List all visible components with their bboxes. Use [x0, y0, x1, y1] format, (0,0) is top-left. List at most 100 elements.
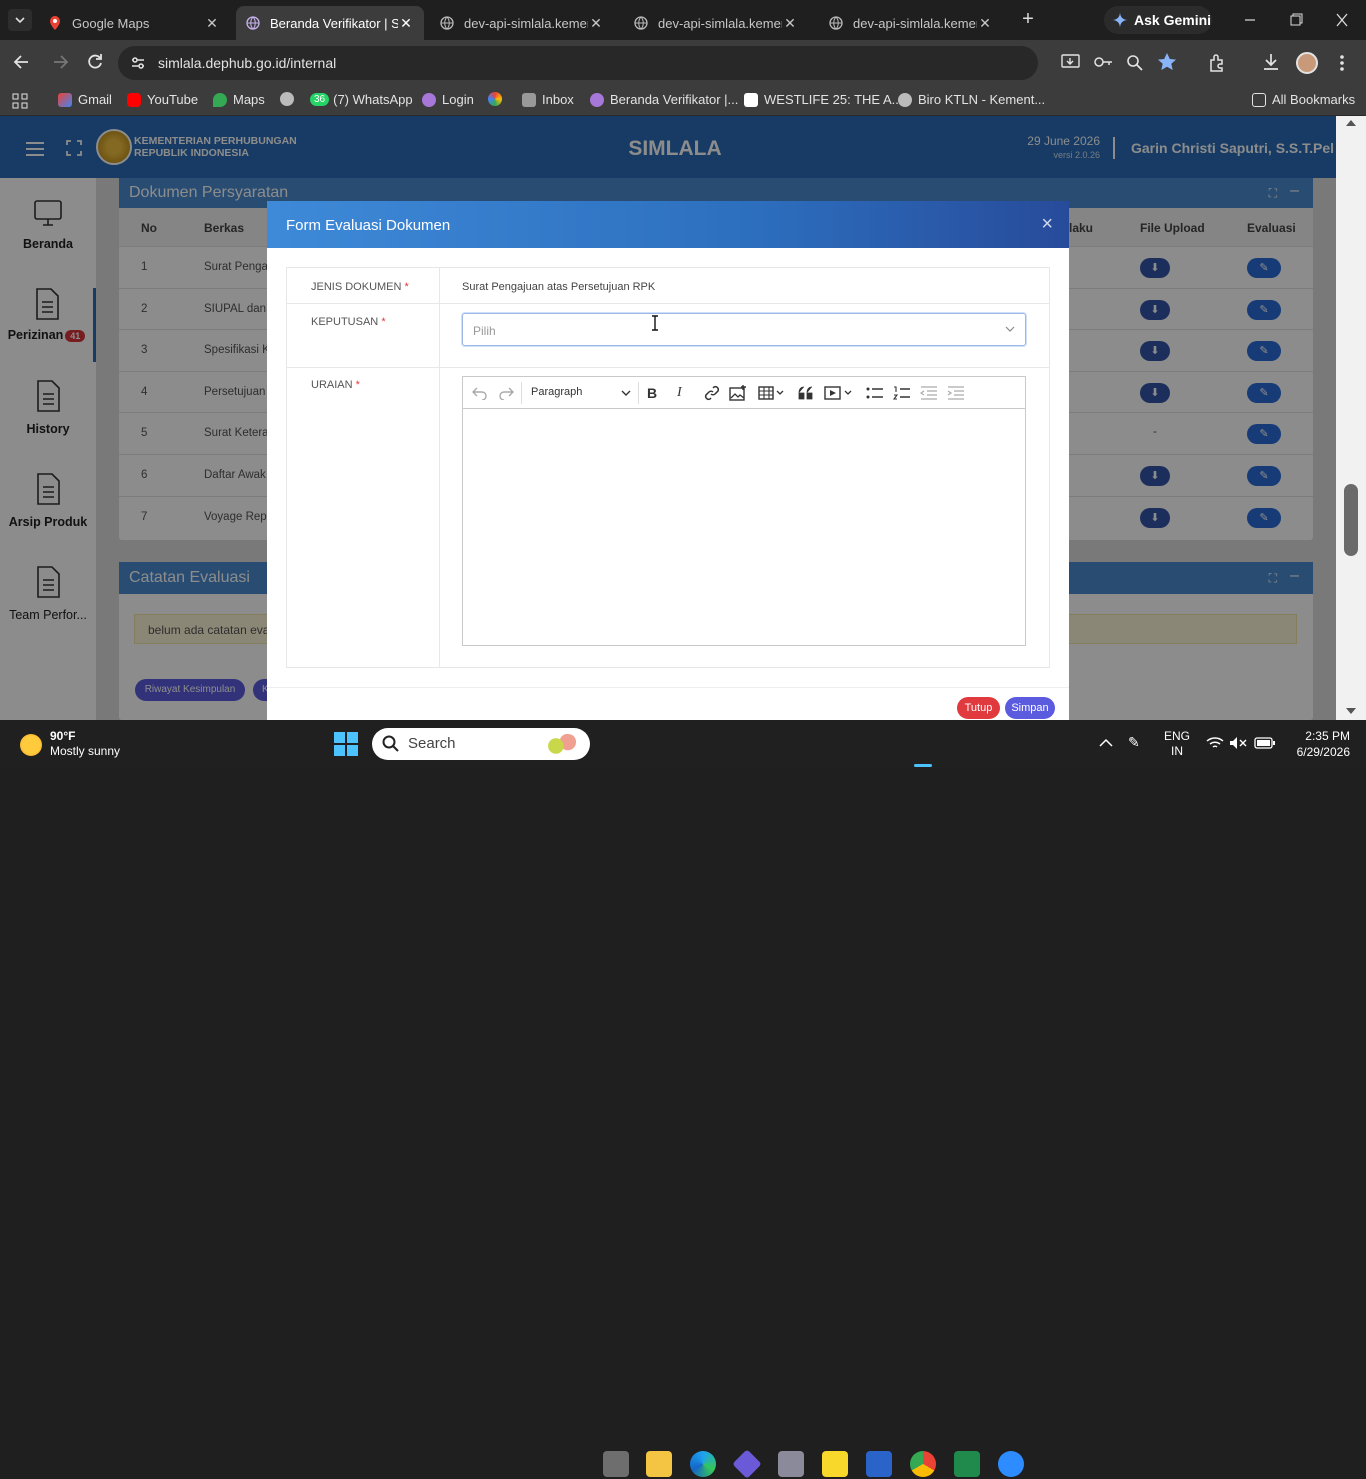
copilot-icon[interactable]: [732, 1449, 762, 1479]
undo-icon[interactable]: [472, 386, 488, 400]
task-view-icon[interactable]: [603, 1451, 629, 1477]
ask-gemini-button[interactable]: Ask Gemini: [1104, 6, 1212, 34]
camera-icon[interactable]: [778, 1451, 804, 1477]
vertical-scrollbar[interactable]: [1336, 116, 1366, 720]
profile-avatar[interactable]: [1296, 52, 1318, 74]
taskbar-search-box[interactable]: Search: [372, 728, 590, 760]
bookmark-inbox[interactable]: Inbox: [522, 92, 574, 107]
indent-icon[interactable]: [947, 386, 965, 400]
restore-window-button[interactable]: [1286, 12, 1306, 28]
zoom-icon[interactable]: [1125, 53, 1145, 71]
install-app-icon[interactable]: [1061, 53, 1081, 71]
downloads-icon[interactable]: [1261, 52, 1281, 72]
bookmark-pinwheel[interactable]: [488, 92, 508, 106]
ask-gemini-label: Ask Gemini: [1134, 12, 1212, 28]
address-bar[interactable]: simlala.dephub.go.id/internal: [118, 46, 1038, 80]
folder-icon: [1252, 92, 1266, 107]
globe-icon: [829, 16, 843, 30]
volume-muted-icon[interactable]: [1229, 736, 1247, 750]
outdent-icon[interactable]: [920, 386, 938, 400]
pen-icon[interactable]: ✎: [1128, 734, 1148, 752]
close-tab-icon[interactable]: ✕: [782, 15, 798, 32]
scrollbar-thumb[interactable]: [1344, 484, 1358, 556]
apps-grid-icon[interactable]: [12, 93, 28, 109]
site-settings-icon[interactable]: [130, 55, 146, 71]
bold-icon[interactable]: B: [647, 385, 657, 401]
windows-start-icon[interactable]: [334, 732, 358, 756]
reload-button[interactable]: [85, 52, 105, 72]
battery-icon[interactable]: [1254, 736, 1276, 750]
uraian-label: URAIAN *: [311, 379, 360, 391]
minimize-window-button[interactable]: [1240, 12, 1260, 28]
extensions-icon[interactable]: [1208, 53, 1228, 73]
close-window-button[interactable]: [1332, 12, 1352, 28]
tab-dev-api-2[interactable]: dev-api-simlala.kemenh ✕: [624, 6, 808, 40]
edge-icon[interactable]: [690, 1451, 716, 1477]
close-tab-icon[interactable]: ✕: [204, 15, 220, 32]
close-tab-icon[interactable]: ✕: [977, 15, 993, 32]
scroll-up-arrow[interactable]: [1346, 120, 1356, 126]
tab-google-maps[interactable]: Google Maps ✕: [38, 6, 230, 40]
simpan-button[interactable]: Simpan: [1005, 697, 1055, 719]
bookmark-youtube[interactable]: YouTube: [127, 92, 198, 107]
word-icon[interactable]: [866, 1451, 892, 1477]
modal-close-icon[interactable]: ×: [1041, 213, 1053, 236]
media-embed-icon[interactable]: [824, 385, 854, 401]
bookmark-gmail[interactable]: Gmail: [58, 92, 112, 107]
zoom-app-icon[interactable]: [998, 1451, 1024, 1477]
blockquote-icon[interactable]: [798, 386, 814, 400]
forward-button[interactable]: [50, 52, 70, 72]
language-indicator[interactable]: ENG IN: [1164, 729, 1190, 759]
keputusan-select[interactable]: Pilih: [462, 313, 1026, 346]
tab-search-menu-button[interactable]: [8, 9, 32, 31]
windows-taskbar: 90°F Mostly sunny Search ✎ ENG IN 2:35 P…: [0, 720, 1366, 1479]
bookmark-westlife[interactable]: WESTLIFE 25: THE A...: [744, 92, 902, 107]
bookmark-maps[interactable]: Maps: [213, 92, 265, 107]
insert-image-icon[interactable]: [729, 385, 747, 401]
bookmark-whatsapp[interactable]: 36 (7) WhatsApp: [310, 92, 413, 107]
sticky-notes-icon[interactable]: [822, 1451, 848, 1477]
bookmark-star-icon[interactable]: [1157, 52, 1177, 72]
required-mark: *: [355, 379, 360, 391]
back-button[interactable]: [12, 52, 32, 72]
weather-widget[interactable]: 90°F Mostly sunny: [18, 728, 138, 760]
toolbar-separator: [521, 382, 522, 404]
tutup-button[interactable]: Tutup: [957, 697, 1000, 719]
close-tab-icon[interactable]: ✕: [588, 15, 604, 32]
form-row-divider: [287, 367, 1049, 368]
new-tab-button[interactable]: +: [1016, 9, 1040, 31]
paragraph-format-dropdown[interactable]: Paragraph: [531, 386, 631, 402]
italic-icon[interactable]: I: [677, 385, 682, 401]
wifi-icon[interactable]: [1206, 736, 1224, 750]
clock[interactable]: 2:35 PM 6/29/2026: [1290, 728, 1350, 760]
modal-title: Form Evaluasi Dokumen: [286, 217, 451, 234]
search-placeholder: Search: [408, 735, 456, 752]
redo-icon[interactable]: [498, 386, 514, 400]
tab-dev-api-3[interactable]: dev-api-simlala.kemenh ✕: [819, 6, 1003, 40]
chrome-icon[interactable]: [910, 1451, 936, 1477]
file-explorer-icon[interactable]: [646, 1451, 672, 1477]
bulleted-list-icon[interactable]: [866, 386, 884, 400]
bookmark-biro-ktln[interactable]: Biro KTLN - Kement...: [898, 92, 1045, 107]
bookmark-beranda[interactable]: Beranda Verifikator |...: [590, 92, 738, 107]
editor-content-area[interactable]: [463, 410, 1025, 645]
password-key-icon[interactable]: [1093, 53, 1113, 71]
toolbar-separator: [638, 382, 639, 404]
chrome-menu-icon[interactable]: [1334, 54, 1350, 72]
all-bookmarks[interactable]: All Bookmarks: [1252, 92, 1355, 107]
youtube-icon: [127, 92, 141, 107]
close-tab-icon[interactable]: ✕: [398, 15, 414, 32]
modal-header: Form Evaluasi Dokumen ×: [267, 201, 1069, 248]
show-hidden-icons-chevron[interactable]: [1099, 738, 1113, 748]
chevron-down-icon: [1005, 326, 1015, 332]
link-icon[interactable]: [704, 385, 720, 401]
tab-beranda-verifikator[interactable]: Beranda Verifikator | Si ✕: [236, 6, 424, 40]
scroll-down-arrow[interactable]: [1346, 708, 1356, 714]
bookmark-globe[interactable]: [280, 92, 300, 106]
table-icon[interactable]: [758, 385, 784, 401]
tab-title: Google Maps: [72, 15, 150, 31]
numbered-list-icon[interactable]: [893, 386, 911, 400]
bookmark-login[interactable]: Login: [422, 92, 474, 107]
excel-icon[interactable]: [954, 1451, 980, 1477]
tab-dev-api-1[interactable]: dev-api-simlala.kemenh ✕: [430, 6, 614, 40]
